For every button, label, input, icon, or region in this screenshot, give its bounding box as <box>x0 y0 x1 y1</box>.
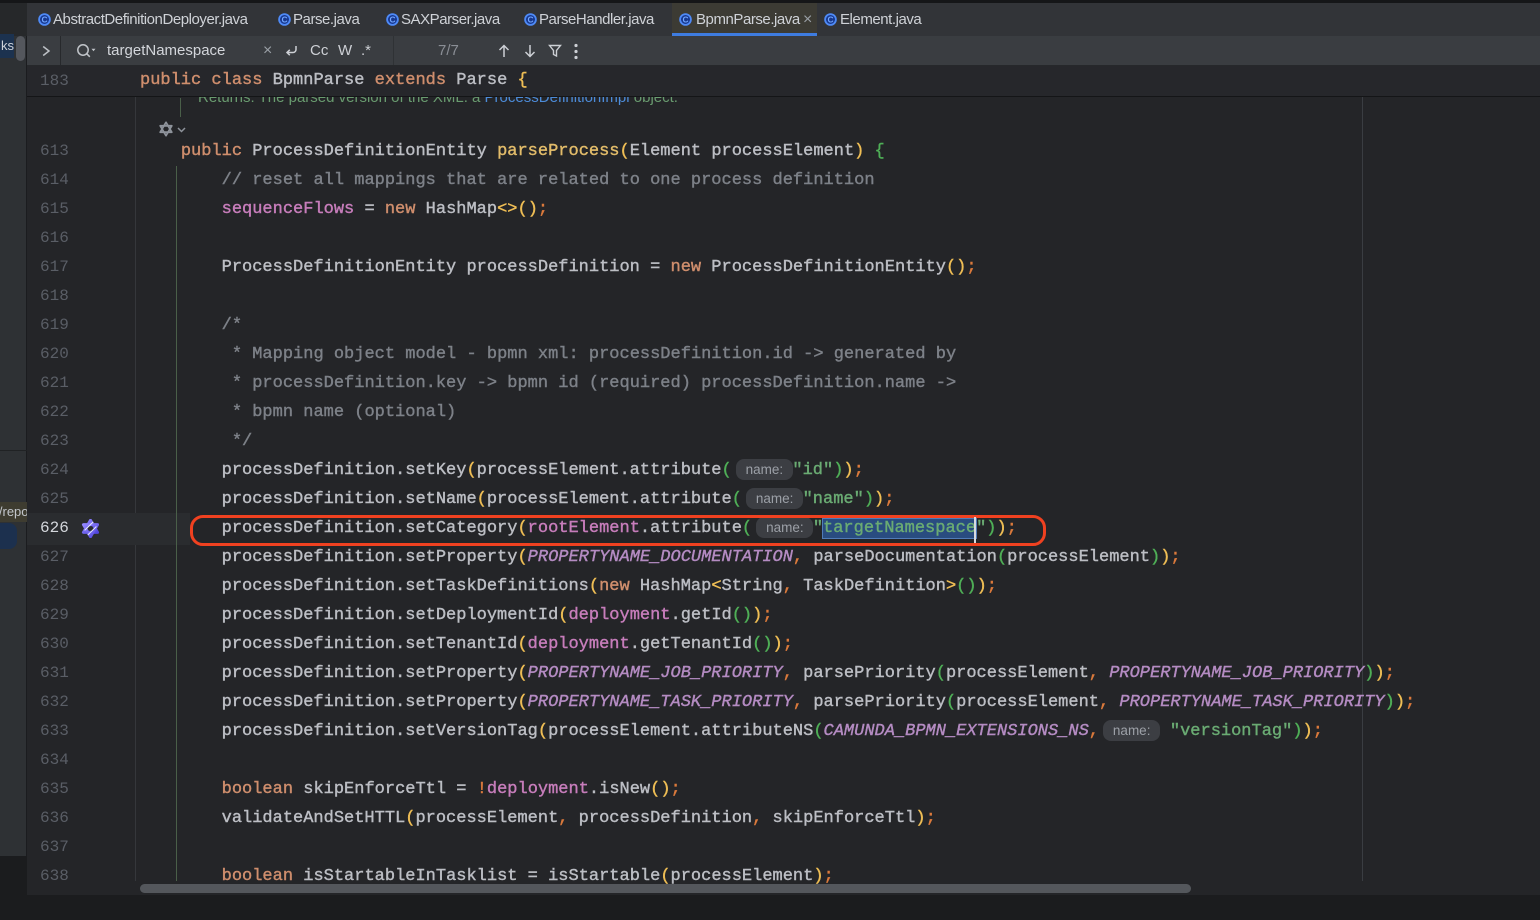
svg-text:C: C <box>527 15 533 25</box>
svg-text:C: C <box>827 15 833 25</box>
svg-text:C: C <box>389 15 395 25</box>
svg-text:C: C <box>682 15 688 25</box>
svg-text:C: C <box>41 15 47 25</box>
svg-text:C: C <box>281 15 287 25</box>
